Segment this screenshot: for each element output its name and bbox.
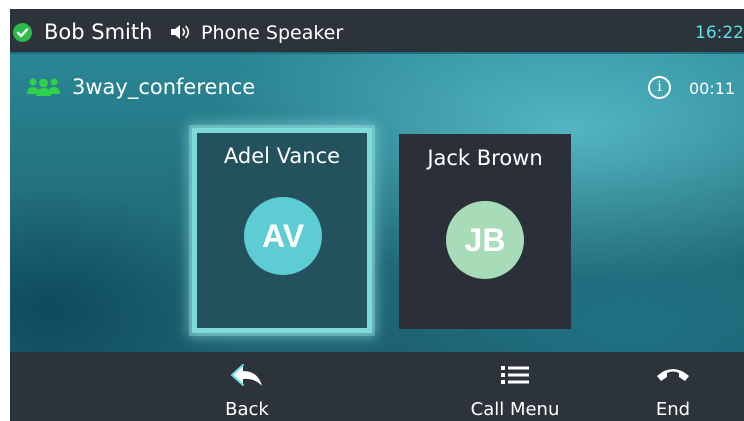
call-menu-button[interactable]: Call Menu	[440, 352, 590, 421]
participant-name: Adel Vance	[223, 144, 341, 168]
back-arrow-icon	[231, 364, 262, 386]
status-bar: Bob Smith Phone Speaker 16:22	[10, 9, 744, 54]
avatar: JB	[446, 201, 524, 279]
avatar: AV	[244, 197, 322, 275]
phone-screen: Bob Smith Phone Speaker 16:22 3way_confe…	[10, 9, 744, 421]
participant-card-jack-brown[interactable]: Jack Brown JB	[399, 134, 571, 329]
softkey-bar: Back Call Menu End	[10, 352, 744, 421]
call-menu-label: Call Menu	[470, 399, 560, 420]
conference-name: 3way_conference	[72, 75, 256, 99]
audio-mode-label: Phone Speaker	[201, 22, 344, 44]
speaker-icon	[170, 23, 194, 41]
clock: 16:22	[695, 23, 744, 43]
info-icon[interactable]: i	[648, 76, 671, 99]
participant-name: Jack Brown	[427, 146, 543, 170]
participant-card-adel-vance[interactable]: Adel Vance AV	[192, 128, 372, 333]
end-label: End	[655, 399, 691, 420]
back-label: Back	[225, 399, 269, 420]
end-call-button[interactable]: End	[598, 352, 744, 421]
back-button[interactable]: Back	[172, 352, 322, 421]
call-duration: 00:11	[689, 79, 736, 98]
account-name: Bob Smith	[44, 20, 153, 44]
hang-up-icon	[657, 369, 689, 381]
group-icon	[27, 77, 60, 97]
registered-check-icon	[13, 23, 32, 42]
list-menu-icon	[501, 366, 529, 384]
